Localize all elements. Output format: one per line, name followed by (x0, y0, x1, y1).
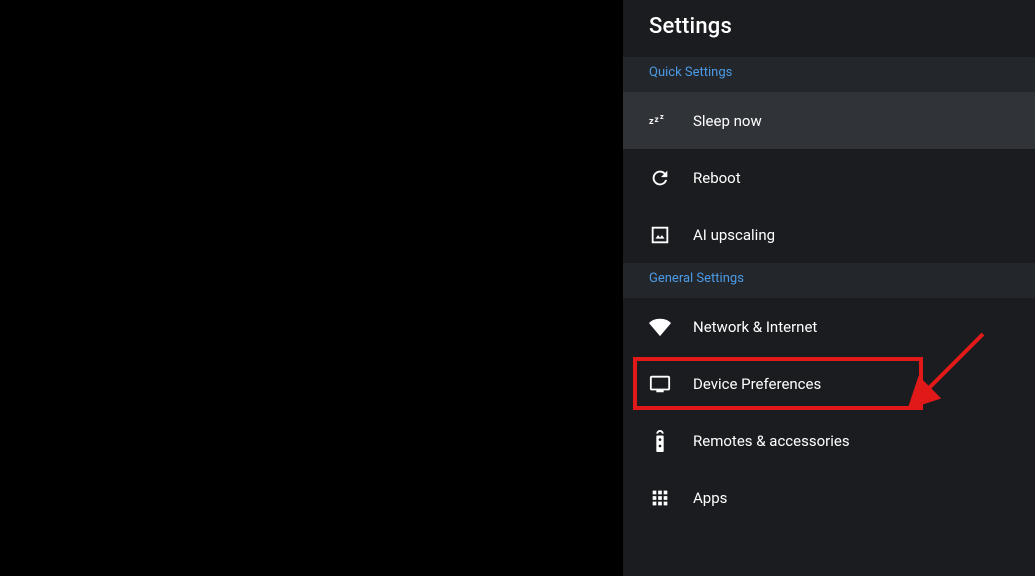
remote-icon (649, 430, 671, 452)
tv-icon (649, 373, 671, 395)
ai-upscaling-icon (649, 224, 671, 246)
svg-text:z: z (655, 114, 659, 124)
screen: Settings Quick Settings z z z Sleep now … (0, 0, 1035, 576)
panel-title: Settings (623, 0, 1035, 57)
menu-item-reboot[interactable]: Reboot (623, 149, 1035, 206)
menu-item-label: Remotes & accessories (693, 432, 850, 450)
sleep-icon: z z z (649, 110, 671, 132)
menu-item-label: Apps (693, 489, 727, 507)
menu-item-remotes[interactable]: Remotes & accessories (623, 412, 1035, 469)
menu-item-label: Sleep now (693, 112, 762, 130)
svg-text:z: z (660, 112, 664, 121)
menu-item-network[interactable]: Network & Internet (623, 298, 1035, 355)
section-header-general: General Settings (623, 263, 1035, 298)
menu-item-label: Device Preferences (693, 375, 821, 393)
menu-item-label: Network & Internet (693, 318, 817, 336)
menu-item-device-preferences[interactable]: Device Preferences (623, 355, 1035, 412)
menu-item-ai-upscaling[interactable]: AI upscaling (623, 206, 1035, 263)
left-dark-pane (0, 0, 623, 576)
reboot-icon (649, 167, 671, 189)
menu-item-label: AI upscaling (693, 226, 775, 244)
menu-item-label: Reboot (693, 169, 741, 187)
settings-panel: Settings Quick Settings z z z Sleep now … (623, 0, 1035, 576)
menu-item-sleep-now[interactable]: z z z Sleep now (623, 92, 1035, 149)
svg-text:z: z (649, 116, 654, 126)
wifi-icon (649, 316, 671, 338)
apps-icon (649, 487, 671, 509)
menu-item-apps[interactable]: Apps (623, 469, 1035, 526)
section-header-quick: Quick Settings (623, 57, 1035, 92)
